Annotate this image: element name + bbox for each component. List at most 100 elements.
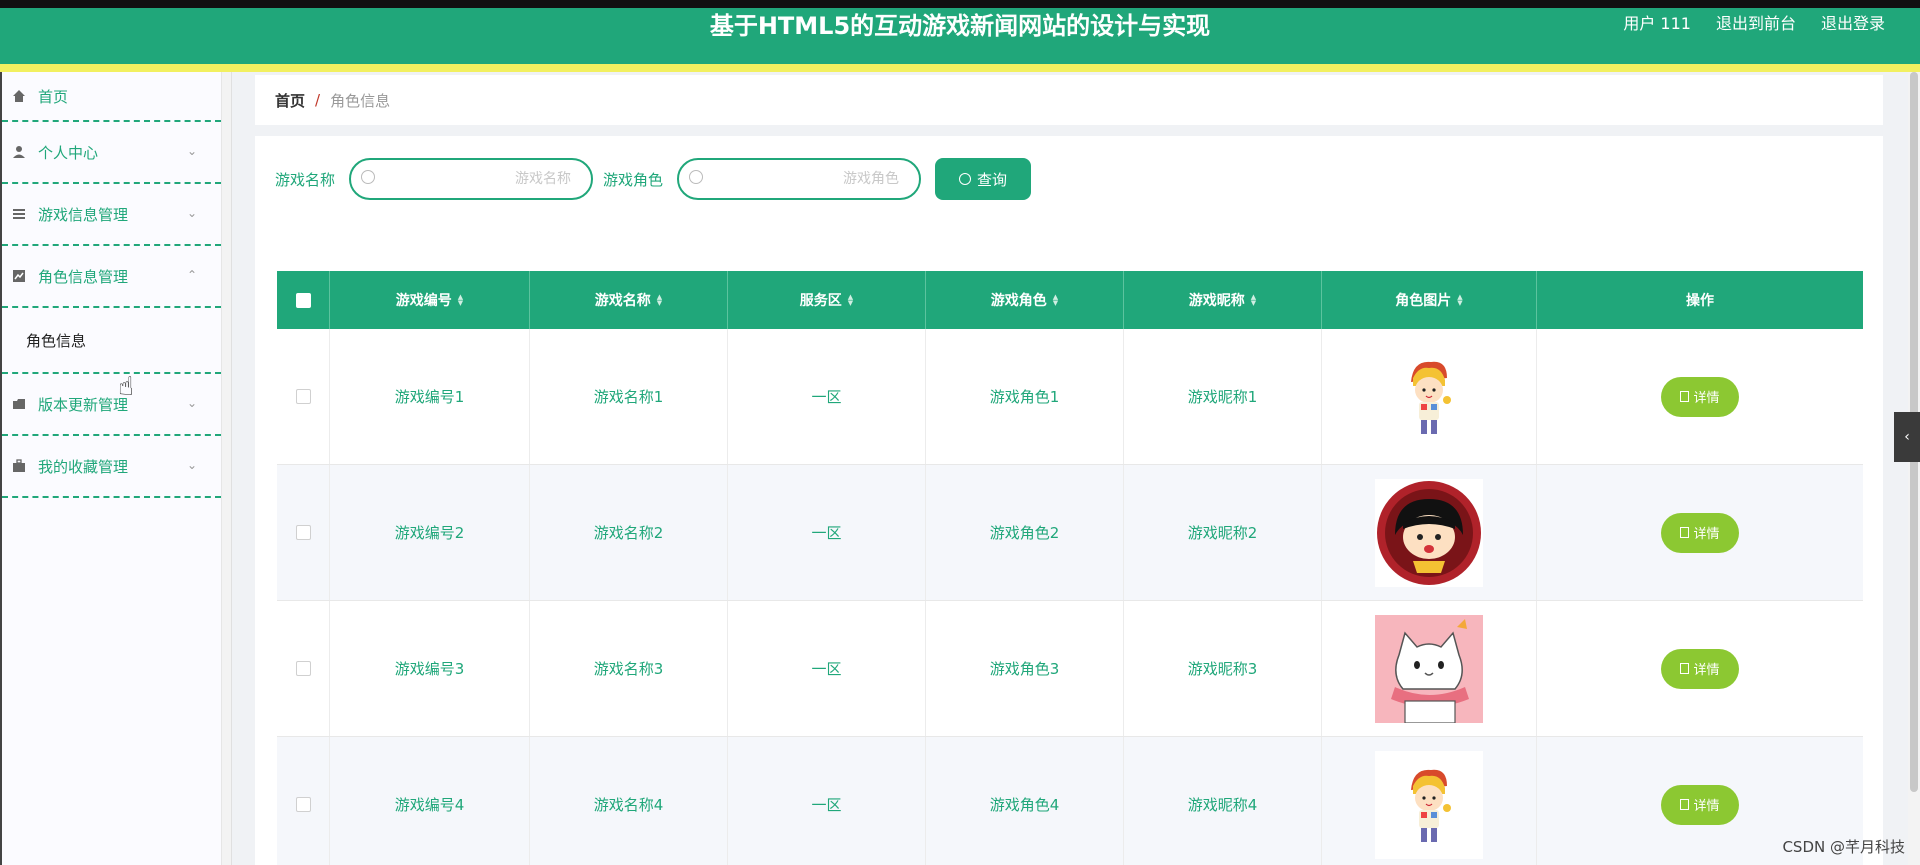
game-role-input[interactable] — [713, 168, 900, 190]
detail-button-label: 详情 — [1693, 390, 1720, 405]
cell-role: 游戏角色3 — [926, 601, 1124, 736]
col-header-label: 游戏编号 — [395, 293, 452, 309]
game-name-label: 游戏名称 — [275, 170, 336, 189]
briefcase-icon — [10, 457, 28, 475]
sidebar-item-role-info[interactable]: 角色信息管理 ⌃ — [2, 246, 221, 308]
sort-icon[interactable]: ▲ ▼ — [848, 294, 853, 307]
chart-icon — [10, 267, 28, 285]
sidebar-item-version-update[interactable]: 版本更新管理 ⌄ — [2, 374, 221, 436]
document-icon — [1680, 663, 1690, 674]
detail-button-label: 详情 — [1693, 662, 1720, 677]
col-header-label: 游戏角色 — [990, 293, 1047, 309]
sidebar-item-game-info[interactable]: 游戏信息管理 ⌄ — [2, 184, 221, 246]
game-name-input[interactable] — [385, 168, 572, 190]
sidebar-item-home[interactable]: 首页 — [2, 72, 221, 122]
cell-nickname: 游戏昵称2 — [1124, 465, 1322, 600]
sidebar-scrollbar[interactable] — [222, 72, 232, 865]
boy-avatar-image[interactable] — [1375, 343, 1483, 451]
col-header-label: 操作 — [1686, 293, 1714, 309]
cell-role: 游戏角色2 — [926, 465, 1124, 600]
document-icon — [1680, 391, 1690, 402]
select-all-checkbox[interactable] — [295, 292, 311, 308]
window-top-edge — [0, 0, 1920, 8]
col-header-role[interactable]: 游戏角色 ▲ ▼ — [926, 271, 1124, 329]
cell-server: 一区 — [728, 601, 926, 736]
user-label[interactable]: 用户 111 — [1623, 12, 1691, 36]
logout-link[interactable]: 退出登录 — [1821, 12, 1885, 36]
search-bar: 游戏名称 游戏角色 查询 — [275, 158, 1032, 200]
search-icon — [959, 173, 972, 185]
cell-game-name: 游戏名称1 — [530, 329, 728, 464]
col-header-server[interactable]: 服务区 ▲ ▼ — [728, 271, 926, 329]
search-icon — [689, 170, 704, 184]
col-header-image[interactable]: 角色图片 ▲ ▼ — [1322, 271, 1537, 329]
detail-button[interactable]: 详情 — [1661, 648, 1739, 689]
select-all-cell — [277, 271, 330, 329]
chevron-up-icon: ⌃ — [186, 268, 197, 282]
sort-icon[interactable]: ▲ ▼ — [458, 294, 463, 307]
search-button[interactable]: 查询 — [935, 158, 1032, 200]
search-button-label: 查询 — [977, 171, 1008, 189]
chevron-down-icon: ⌄ — [186, 458, 197, 472]
cell-game-id: 游戏编号4 — [330, 737, 530, 865]
row-checkbox[interactable] — [295, 525, 311, 540]
sort-icon[interactable]: ▲ ▼ — [1457, 294, 1462, 307]
sidebar: 首页 个人中心 ⌄ 游戏信息管理 ⌄ 角色信息管理 ⌃ 角色信息 版本更新管理 … — [0, 72, 222, 865]
table-row: 游戏编号4 游戏名称4 一区 游戏角色4 游戏昵称4 详情 — [277, 737, 1863, 865]
sort-icon[interactable]: ▲ ▼ — [1053, 294, 1058, 307]
cell-server: 一区 — [728, 465, 926, 600]
content-panel: 游戏名称 游戏角色 查询 游戏编号 ▲▼ 游戏名称 ▲▼ 服务区 ▲▼ 游戏角色 ▲▼ … — [255, 136, 1883, 865]
folder-icon — [10, 395, 28, 413]
col-header-game-name[interactable]: 游戏名称 ▲ ▼ — [530, 271, 728, 329]
document-icon — [1680, 527, 1690, 538]
girl-avatar-image[interactable] — [1375, 478, 1483, 587]
breadcrumb-current: 角色信息 — [330, 91, 391, 110]
chevron-left-icon: ‹ — [1904, 429, 1910, 445]
col-header-actions: 操作 — [1537, 271, 1863, 329]
collapse-panel-button[interactable]: ‹ — [1894, 412, 1920, 462]
breadcrumb-home[interactable]: 首页 — [275, 90, 305, 111]
sidebar-item-profile[interactable]: 个人中心 ⌄ — [2, 122, 221, 184]
cell-server: 一区 — [728, 329, 926, 464]
pointer-cursor-icon: ☝ — [118, 372, 134, 402]
sidebar-subitem-role-info[interactable]: 角色信息 — [2, 308, 221, 374]
col-header-nickname[interactable]: 游戏昵称 ▲ ▼ — [1124, 271, 1322, 329]
row-checkbox[interactable] — [295, 797, 311, 812]
cell-game-id: 游戏编号2 — [330, 465, 530, 600]
sort-icon[interactable]: ▲ ▼ — [657, 294, 662, 307]
cell-game-id: 游戏编号1 — [330, 329, 530, 464]
row-checkbox[interactable] — [295, 661, 311, 676]
col-header-label: 游戏昵称 — [1188, 293, 1245, 309]
detail-button[interactable]: 详情 — [1661, 784, 1739, 825]
page-scrollbar[interactable] — [1908, 72, 1920, 865]
col-header-label: 游戏名称 — [594, 293, 651, 309]
col-header-game-id[interactable]: 游戏编号 ▲ ▼ — [330, 271, 530, 329]
row-checkbox[interactable] — [295, 389, 311, 404]
chevron-down-icon: ⌄ — [186, 396, 197, 410]
cell-game-name: 游戏名称3 — [530, 601, 728, 736]
cat-avatar-image[interactable] — [1375, 614, 1483, 723]
sort-icon[interactable]: ▲ ▼ — [1251, 294, 1256, 307]
chevron-down-icon: ⌄ — [186, 206, 197, 220]
table-row: 游戏编号2 游戏名称2 一区 游戏角色2 游戏昵称2 详情 — [277, 465, 1863, 601]
user-icon — [10, 143, 28, 161]
cell-nickname: 游戏昵称1 — [1124, 329, 1322, 464]
cell-role: 游戏角色4 — [926, 737, 1124, 865]
header-stripe — [0, 64, 1920, 72]
sidebar-item-label: 首页 — [38, 87, 69, 106]
col-header-label: 角色图片 — [1395, 293, 1452, 309]
cell-game-id: 游戏编号3 — [330, 601, 530, 736]
sidebar-item-label: 版本更新管理 — [38, 395, 129, 414]
front-link[interactable]: 退出到前台 — [1716, 12, 1796, 36]
cell-game-name: 游戏名称2 — [530, 465, 728, 600]
detail-button[interactable]: 详情 — [1661, 512, 1739, 553]
game-role-field — [677, 158, 922, 200]
sidebar-item-label: 个人中心 — [38, 143, 99, 162]
detail-button[interactable]: 详情 — [1661, 376, 1739, 417]
sidebar-item-label: 我的收藏管理 — [38, 457, 129, 476]
game-role-label: 游戏角色 — [603, 170, 664, 189]
game-name-field — [349, 158, 594, 200]
sidebar-item-favorites[interactable]: 我的收藏管理 ⌄ — [2, 436, 221, 498]
boy-avatar-image[interactable] — [1375, 750, 1483, 859]
breadcrumb-separator: / — [315, 91, 321, 109]
